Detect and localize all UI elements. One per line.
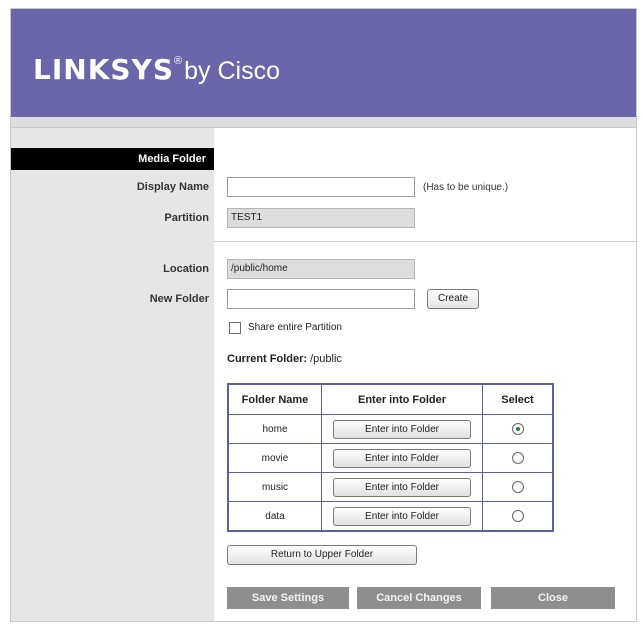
enter-into-folder-button[interactable]: Enter into Folder xyxy=(333,477,471,497)
folder-name-cell: data xyxy=(227,501,322,532)
select-cell xyxy=(482,472,554,502)
enter-cell: Enter into Folder xyxy=(321,443,483,473)
select-cell xyxy=(482,501,554,532)
close-button[interactable]: Close xyxy=(491,587,615,609)
header-bar: LINKSYS®by Cisco xyxy=(11,9,636,117)
table-row: home Enter into Folder xyxy=(227,414,554,444)
folder-name-cell: music xyxy=(227,472,322,502)
table-header-row: Folder Name Enter into Folder Select xyxy=(227,383,554,415)
select-radio[interactable] xyxy=(511,423,524,435)
new-folder-label: New Folder xyxy=(149,293,209,305)
table-row: data Enter into Folder xyxy=(227,501,554,532)
cancel-changes-button[interactable]: Cancel Changes xyxy=(357,587,481,609)
enter-into-folder-button[interactable]: Enter into Folder xyxy=(333,506,471,526)
table-row: music Enter into Folder xyxy=(227,472,554,502)
display-name-input[interactable] xyxy=(227,177,415,197)
display-name-hint: (Has to be unique.) xyxy=(423,182,509,193)
logo-registered-mark: ® xyxy=(174,55,183,67)
display-name-label: Display Name xyxy=(136,181,209,193)
new-folder-input[interactable] xyxy=(227,289,415,309)
create-button[interactable]: Create xyxy=(427,289,479,309)
current-folder-value: /public xyxy=(310,353,342,365)
col-folder-name: Folder Name xyxy=(227,383,322,415)
folder-table: Folder Name Enter into Folder Select hom… xyxy=(227,383,554,532)
select-radio[interactable] xyxy=(511,510,524,522)
location-field: /public/home xyxy=(227,259,415,279)
select-radio[interactable] xyxy=(511,481,524,493)
enter-cell: Enter into Folder xyxy=(321,472,483,502)
select-radio[interactable] xyxy=(511,452,524,464)
location-label: Location xyxy=(163,263,209,275)
sub-header-bar xyxy=(11,117,636,128)
logo-by-cisco: by Cisco xyxy=(184,57,280,85)
partition-field: TEST1 xyxy=(227,208,415,228)
enter-into-folder-button[interactable]: Enter into Folder xyxy=(333,448,471,468)
linksys-logo: LINKSYS®by Cisco xyxy=(33,53,280,86)
logo-brand: LINKSYS xyxy=(33,53,174,86)
save-settings-button[interactable]: Save Settings xyxy=(227,587,349,609)
share-partition-checkbox[interactable] xyxy=(229,322,241,334)
col-enter-into-folder: Enter into Folder xyxy=(321,383,483,415)
share-partition-label: Share entire Partition xyxy=(248,322,342,333)
folder-name-cell: home xyxy=(227,414,322,444)
app-frame: LINKSYS®by Cisco Media Folder Display Na… xyxy=(10,8,637,622)
table-row: movie Enter into Folder xyxy=(227,443,554,473)
divider xyxy=(214,241,636,242)
current-folder-label: Current Folder: xyxy=(227,353,308,365)
enter-into-folder-button[interactable]: Enter into Folder xyxy=(333,419,471,439)
section-title: Media Folder xyxy=(11,148,214,170)
enter-cell: Enter into Folder xyxy=(321,501,483,532)
col-select: Select xyxy=(482,383,554,415)
enter-cell: Enter into Folder xyxy=(321,414,483,444)
folder-name-cell: movie xyxy=(227,443,322,473)
select-cell xyxy=(482,443,554,473)
current-folder: Current Folder: /public xyxy=(227,353,342,365)
partition-label: Partition xyxy=(164,212,209,224)
select-cell xyxy=(482,414,554,444)
left-label-column xyxy=(11,128,214,621)
return-to-upper-folder-button[interactable]: Return to Upper Folder xyxy=(227,545,417,565)
